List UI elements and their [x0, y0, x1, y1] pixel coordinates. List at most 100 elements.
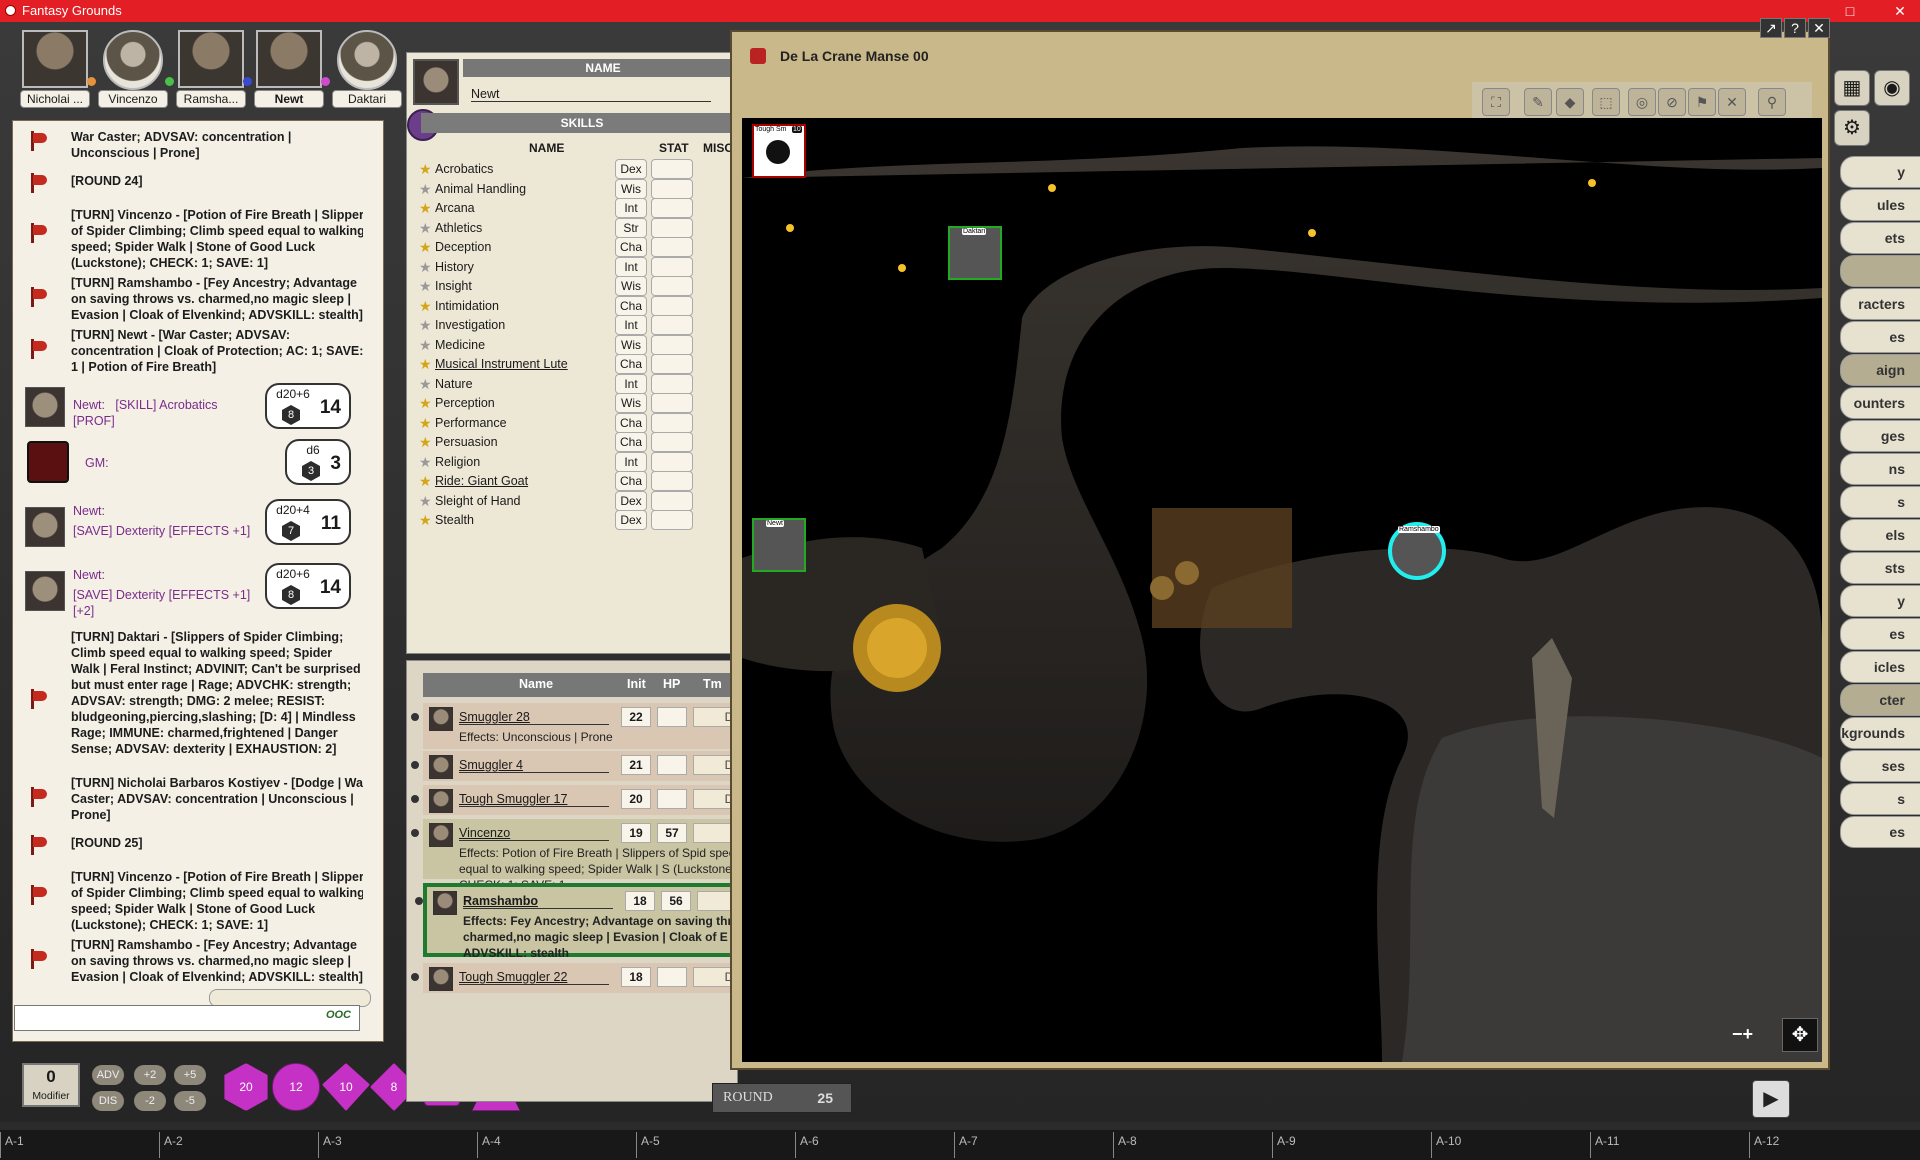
minus-two-button[interactable]: -2	[134, 1091, 166, 1111]
hotkey-slot[interactable]: A-7	[954, 1132, 1111, 1158]
proficiency-star-icon[interactable]: ★	[419, 337, 432, 354]
sidebar-tab[interactable]: ns	[1840, 453, 1920, 485]
settings-gear-icon[interactable]: ⚙	[1834, 110, 1870, 146]
skill-misc[interactable]	[651, 451, 693, 472]
hotkey-slot[interactable]: A-10	[1431, 1132, 1588, 1158]
skill-stat[interactable]: Wis	[615, 178, 647, 199]
skill-misc[interactable]	[651, 471, 693, 491]
skill-misc[interactable]	[651, 373, 693, 394]
proficiency-star-icon[interactable]: ★	[419, 376, 432, 393]
proficiency-star-icon[interactable]: ★	[419, 434, 432, 451]
sidebar-tab[interactable]: y	[1840, 156, 1920, 188]
skill-row[interactable]: ★ Perception Wis	[419, 393, 739, 413]
zoom-out-icon[interactable]: −	[1732, 1024, 1743, 1044]
skill-stat[interactable]: Cha	[615, 237, 647, 257]
hotkey-slot[interactable]: A-4	[477, 1132, 634, 1158]
sidebar-tab[interactable]: es	[1840, 816, 1920, 848]
recenter-icon[interactable]: ✥	[1782, 1018, 1818, 1052]
map-canvas[interactable]: Tough Sm 10 Daktari Newt Ramshambo	[742, 118, 1822, 1062]
swords-icon[interactable]: ✕	[1718, 88, 1746, 116]
proficiency-star-icon[interactable]: ★	[419, 278, 432, 295]
modifier-box[interactable]: 0 Modifier	[22, 1063, 80, 1107]
active-radio[interactable]	[411, 973, 419, 981]
chat-input[interactable]: OOC	[14, 1005, 360, 1031]
skill-row[interactable]: ★ Persuasion Cha	[419, 432, 739, 452]
sidebar-tab[interactable]: aign	[1840, 354, 1920, 386]
sidebar-tab[interactable]: cter	[1840, 684, 1920, 716]
skill-stat[interactable]: Int	[615, 451, 647, 472]
combatant-name[interactable]: Tough Smuggler 22	[459, 970, 609, 985]
skill-row[interactable]: ★ Performance Cha	[419, 412, 739, 433]
skill-stat[interactable]: Wis	[615, 334, 647, 355]
hp-field[interactable]	[657, 967, 687, 987]
skill-stat[interactable]: Dex	[615, 510, 647, 530]
skill-misc[interactable]	[651, 412, 693, 433]
initiative-field[interactable]: 18	[625, 891, 655, 911]
active-radio[interactable]	[411, 829, 419, 837]
active-radio[interactable]	[415, 897, 423, 905]
combatant-name[interactable]: Smuggler 4	[459, 758, 609, 773]
sidebar-tab[interactable]: ets	[1840, 222, 1920, 254]
initiative-field[interactable]: 20	[621, 789, 651, 809]
skill-misc[interactable]	[651, 178, 693, 199]
skill-stat[interactable]: Int	[615, 373, 647, 394]
skill-row[interactable]: ★ Nature Int	[419, 373, 739, 394]
proficiency-star-icon[interactable]: ★	[419, 493, 432, 510]
minus-five-button[interactable]: -5	[174, 1091, 206, 1111]
active-radio[interactable]	[411, 713, 419, 721]
hp-field[interactable]	[657, 707, 687, 727]
skill-stat[interactable]: Dex	[615, 159, 647, 179]
round-counter[interactable]: ROUND 25	[712, 1083, 852, 1113]
sidebar-tab[interactable]: kgrounds	[1840, 717, 1920, 749]
sidebar-tab[interactable]: ules	[1840, 189, 1920, 221]
skill-stat[interactable]: Cha	[615, 471, 647, 491]
adv-button[interactable]: ADV	[92, 1065, 124, 1085]
skill-misc[interactable]	[651, 256, 693, 277]
skill-stat[interactable]: Int	[615, 256, 647, 277]
help-icon[interactable]: ?	[1784, 18, 1806, 38]
sidebar-tab[interactable]: icles	[1840, 651, 1920, 683]
combatant-row[interactable]: Tough Smuggler 2218Dyi	[411, 963, 743, 993]
skill-misc[interactable]	[651, 217, 693, 238]
hp-field[interactable]: 57	[657, 823, 687, 843]
skill-row[interactable]: ★ Sleight of Hand Dex	[419, 490, 739, 511]
combatant-row[interactable]: Ramshambo18565Effects: Fey Ancestry; Adv…	[415, 883, 747, 960]
portrait-nicholai[interactable]: Nicholai ...	[20, 30, 96, 108]
hp-field[interactable]: 56	[661, 891, 691, 911]
hp-field[interactable]	[657, 755, 687, 775]
skill-row[interactable]: ★ Musical Instrument Lute Cha	[419, 354, 739, 374]
pen-icon[interactable]: ✎	[1524, 88, 1552, 116]
character-name-field[interactable]: Newt	[471, 87, 711, 102]
skill-row[interactable]: ★ Arcana Int	[419, 198, 739, 218]
combatant-row[interactable]: Tough Smuggler 1720Dyi	[411, 785, 743, 815]
player-token-newt[interactable]: Newt	[752, 518, 806, 572]
enemy-token[interactable]: Tough Sm 10	[752, 124, 806, 178]
hotkey-slot[interactable]: A-2	[159, 1132, 316, 1158]
zoom-controls[interactable]: −+	[1732, 1024, 1776, 1048]
skill-row[interactable]: ★ Investigation Int	[419, 315, 739, 335]
proficiency-star-icon[interactable]: ★	[419, 161, 432, 178]
combatant-row[interactable]: Smuggler 421Dyi	[411, 751, 743, 781]
hotkey-slot[interactable]: A-8	[1113, 1132, 1270, 1158]
proficiency-star-icon[interactable]: ★	[419, 356, 432, 373]
mask-off-icon[interactable]: ⊘	[1658, 88, 1686, 116]
chat-log[interactable]: War Caster; ADVSAV: concentration | Unco…	[13, 129, 363, 989]
initiative-field[interactable]: 21	[621, 755, 651, 775]
ooc-toggle[interactable]: OOC	[326, 1009, 351, 1021]
sidebar-tab[interactable]: es	[1840, 618, 1920, 650]
zoom-in-icon[interactable]: +	[1743, 1024, 1754, 1044]
sidebar-tab[interactable]: es	[1840, 321, 1920, 353]
skill-misc[interactable]	[651, 354, 693, 374]
skill-misc[interactable]	[651, 334, 693, 355]
hotkey-slot[interactable]: A-1	[0, 1132, 157, 1158]
close-button[interactable]: ✕	[1880, 1, 1920, 21]
skill-misc[interactable]	[651, 159, 693, 179]
combatant-name[interactable]: Ramshambo	[463, 894, 613, 909]
proficiency-star-icon[interactable]: ★	[419, 298, 432, 315]
active-radio[interactable]	[411, 795, 419, 803]
initiative-field[interactable]: 18	[621, 967, 651, 987]
eraser-icon[interactable]: ◆	[1556, 88, 1584, 116]
hotkey-slot[interactable]: A-5	[636, 1132, 793, 1158]
pin-icon[interactable]: ⚲	[1758, 88, 1786, 116]
initiative-field[interactable]: 19	[621, 823, 651, 843]
